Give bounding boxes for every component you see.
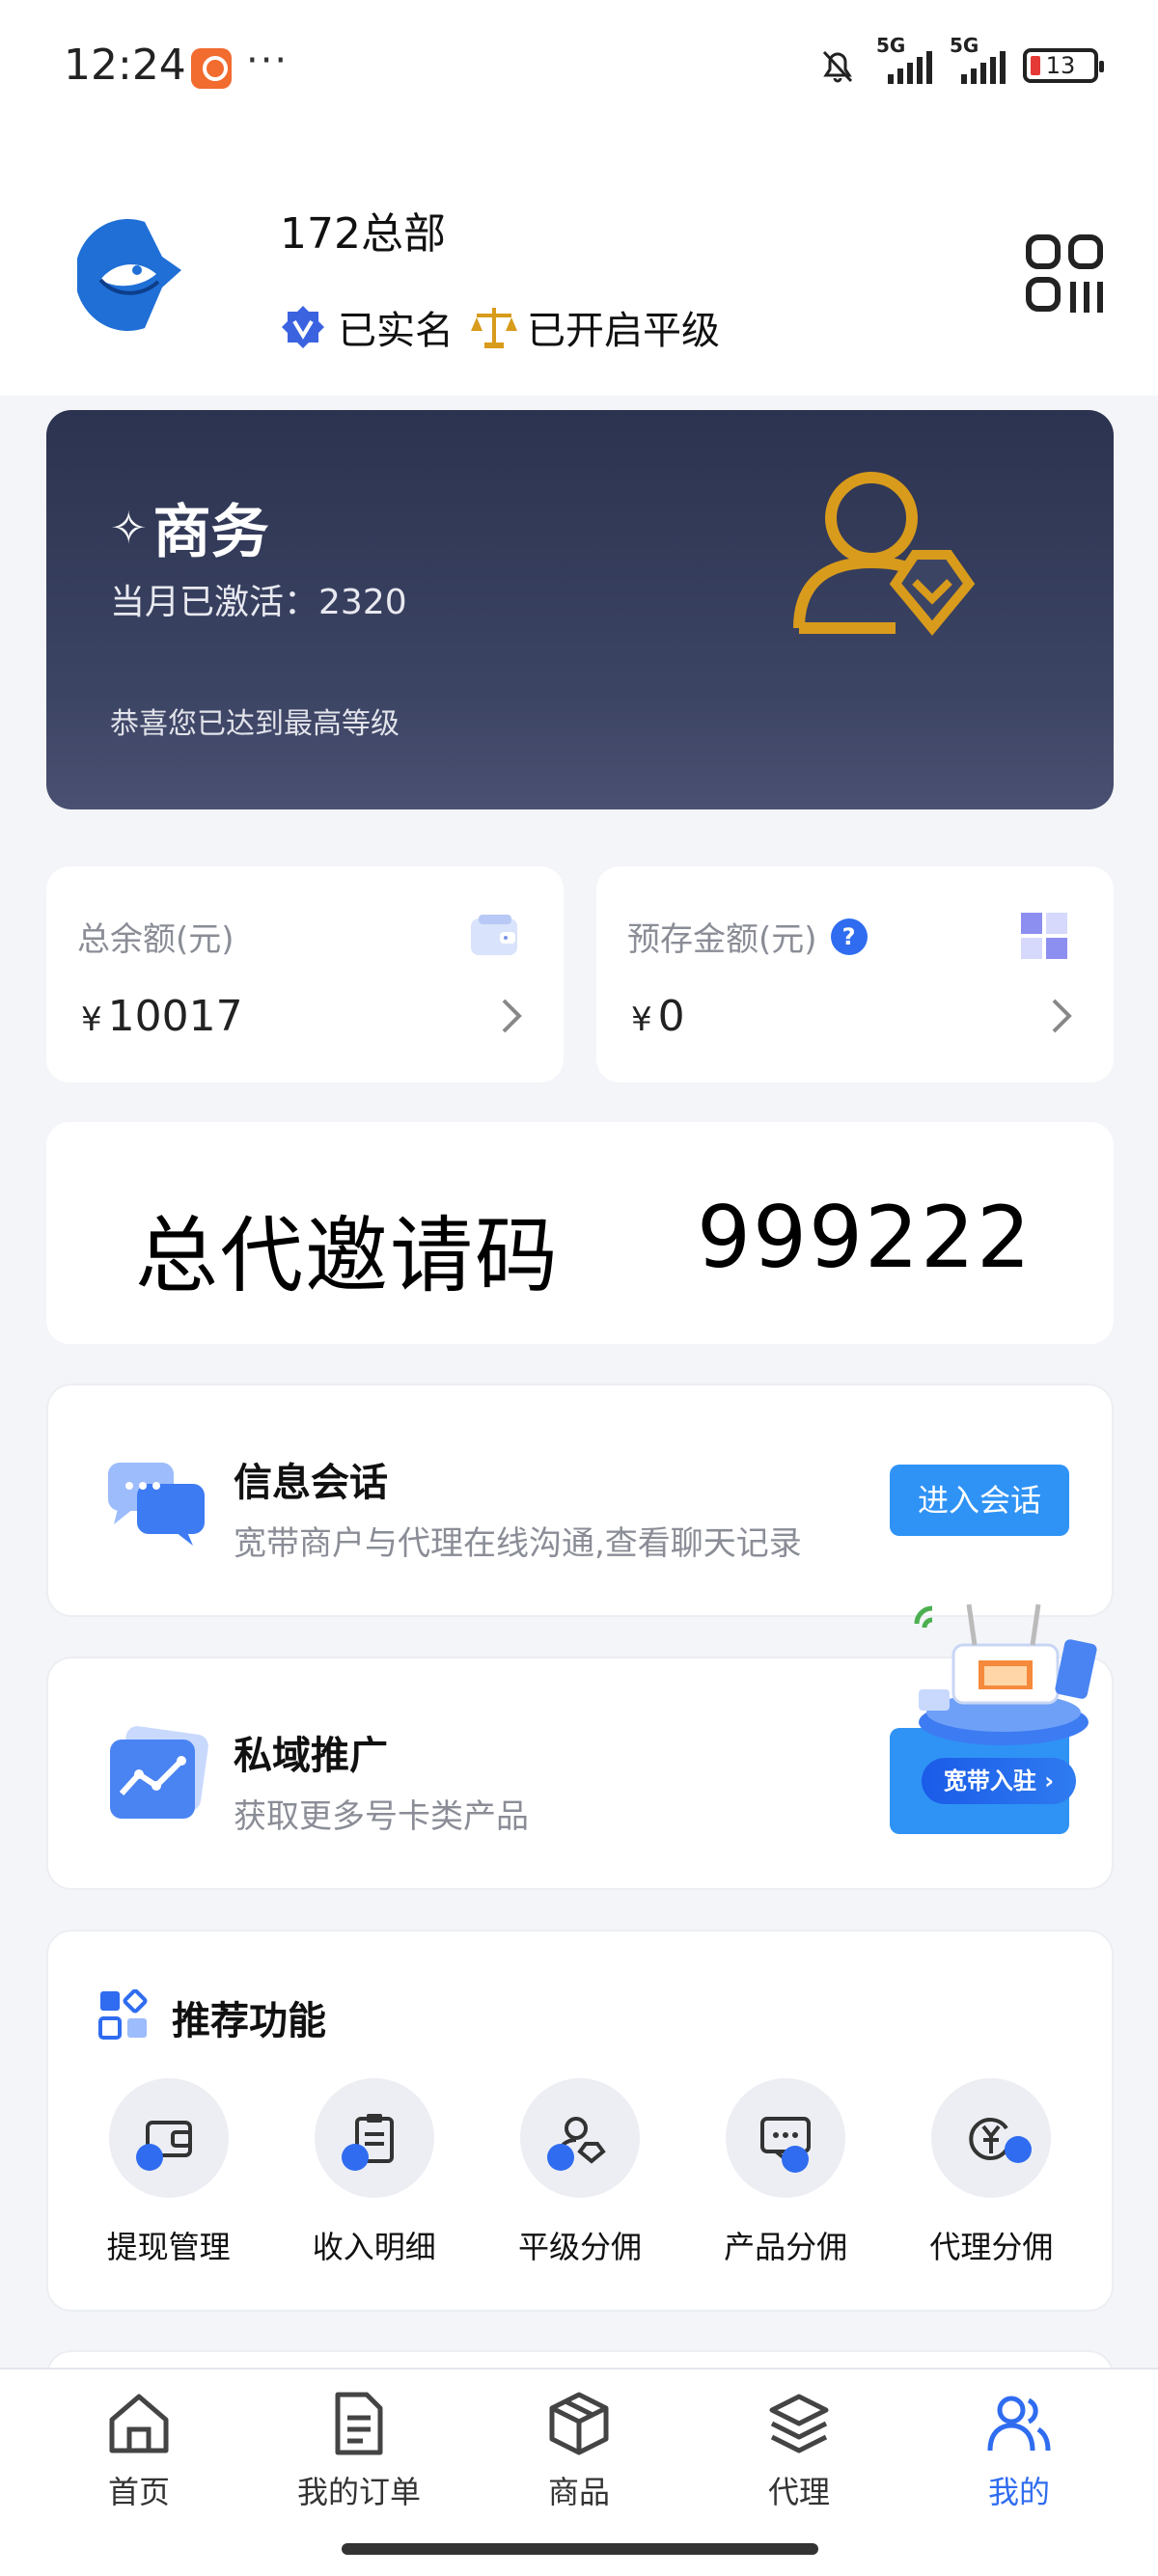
tab-label: 我的订单 bbox=[296, 2474, 421, 2510]
activated-label: 当月已激活： bbox=[110, 583, 319, 622]
balance-value: 0 bbox=[657, 992, 685, 1041]
promo-title: 私域推广 bbox=[234, 1734, 388, 1778]
rec-label: 平级分佣 bbox=[517, 2229, 642, 2265]
user-badge-icon bbox=[793, 472, 976, 636]
promo-description: 获取更多号卡类产品 bbox=[234, 1797, 529, 1836]
enter-chat-button[interactable]: 进入会话 bbox=[890, 1465, 1069, 1536]
balance-amount: ¥0 bbox=[631, 992, 685, 1041]
box-icon bbox=[549, 2392, 609, 2455]
recommended-features-card: 推荐功能 提现管理 收入明细 平级分佣 产品分佣 代理分佣 bbox=[46, 1930, 1114, 2312]
total-balance-card[interactable]: 总余额(元) ¥10017 bbox=[46, 866, 564, 1082]
chat-icon bbox=[726, 2078, 846, 2198]
balance-scale-icon bbox=[471, 308, 517, 348]
app-notification-icon bbox=[191, 48, 232, 89]
status-bar: 12:24 ··· 5G 5G 13 bbox=[0, 0, 1158, 135]
rec-label: 代理分佣 bbox=[929, 2229, 1054, 2265]
verification-status: 已实名 已开启平级 bbox=[280, 299, 720, 355]
tab-label: 我的 bbox=[987, 2474, 1050, 2510]
prestore-balance-card[interactable]: 预存金额(元) ? ¥0 bbox=[596, 866, 1114, 1082]
invite-code-card: 总代邀请码 999222 bbox=[46, 1122, 1114, 1344]
recommended-list: 提现管理 收入明细 平级分佣 产品分佣 代理分佣 bbox=[48, 2078, 1112, 2267]
home-icon bbox=[109, 2394, 169, 2453]
invite-code-label: 总代邀请码 bbox=[135, 1208, 560, 1304]
level-sync-label: 已开启平级 bbox=[527, 309, 720, 353]
mute-bell-icon bbox=[822, 50, 853, 83]
level-title: ✧ 商务 bbox=[110, 485, 269, 569]
verified-badge-icon bbox=[282, 306, 324, 348]
balance-amount: ¥10017 bbox=[81, 992, 243, 1041]
profile-header: 172总部 已实名 已开启平级 bbox=[0, 135, 1158, 396]
chevron-right-icon[interactable] bbox=[498, 997, 525, 1035]
recommended-title: 推荐功能 bbox=[172, 1999, 326, 2043]
chat-title: 信息会话 bbox=[234, 1461, 388, 1505]
network-type-label: 5G bbox=[876, 34, 906, 57]
qr-code-icon[interactable] bbox=[1023, 232, 1110, 318]
product-commission-item[interactable]: 产品分佣 bbox=[689, 2078, 882, 2267]
status-indicators: 5G 5G 13 bbox=[816, 34, 1104, 87]
broadband-join-tag[interactable]: 宽带入驻 › bbox=[922, 1758, 1076, 1804]
level-name: 商务 bbox=[152, 499, 269, 566]
network-type-label: 5G bbox=[950, 34, 979, 57]
tab-label: 代理 bbox=[767, 2474, 830, 2510]
more-notifications-icon: ··· bbox=[246, 39, 290, 83]
wallet-icon bbox=[471, 915, 517, 955]
avatar[interactable] bbox=[77, 212, 183, 338]
help-icon[interactable]: ? bbox=[830, 918, 868, 955]
wallet-icon bbox=[108, 2078, 229, 2198]
balance-label: 预存金额(元) ? bbox=[627, 913, 868, 960]
user-badge-icon bbox=[519, 2078, 640, 2198]
chat-description: 宽带商户与代理在线沟通,查看聊天记录 bbox=[234, 1524, 802, 1563]
prestore-label: 预存金额(元) bbox=[627, 920, 817, 959]
document-icon bbox=[335, 2392, 383, 2455]
tab-mine[interactable]: 我的 bbox=[923, 2370, 1116, 2576]
monthly-activated: 当月已激活：2320 bbox=[110, 574, 407, 624]
signal-icon: 5G bbox=[876, 34, 932, 84]
income-details-item[interactable]: 收入明细 bbox=[278, 2078, 471, 2267]
balance-value: 10017 bbox=[107, 992, 243, 1041]
home-indicator[interactable] bbox=[342, 2543, 818, 2555]
sparkle-icon: ✧ bbox=[110, 501, 148, 554]
shop-name: 172总部 bbox=[280, 209, 446, 259]
chat-session-card[interactable]: 信息会话 宽带商户与代理在线沟通,查看聊天记录 进入会话 bbox=[46, 1384, 1114, 1617]
withdraw-management-item[interactable]: 提现管理 bbox=[72, 2078, 265, 2267]
level-note: 恭喜您已达到最高等级 bbox=[110, 707, 400, 741]
grid-icon bbox=[1021, 913, 1067, 959]
verified-label: 已实名 bbox=[338, 309, 454, 353]
clipboard-icon bbox=[314, 2078, 434, 2198]
rec-label: 收入明细 bbox=[312, 2229, 436, 2265]
chevron-right-icon[interactable] bbox=[1048, 997, 1075, 1035]
apps-grid-icon bbox=[98, 1989, 148, 2040]
status-time: 12:24 bbox=[64, 41, 186, 90]
layers-icon bbox=[769, 2394, 829, 2453]
rec-label: 产品分佣 bbox=[724, 2229, 848, 2265]
balance-label: 总余额(元) bbox=[77, 920, 234, 959]
member-level-card[interactable]: ✧ 商务 当月已激活：2320 恭喜您已达到最高等级 bbox=[46, 410, 1114, 809]
broadband-router-illustration bbox=[914, 1603, 1097, 1745]
rec-label: 提现管理 bbox=[106, 2229, 231, 2265]
peer-commission-item[interactable]: 平级分佣 bbox=[483, 2078, 676, 2267]
signal-icon: 5G bbox=[950, 34, 1006, 84]
users-icon bbox=[987, 2396, 1051, 2452]
activated-count: 2320 bbox=[318, 583, 407, 622]
tab-label: 商品 bbox=[547, 2474, 610, 2510]
tab-label: 首页 bbox=[107, 2474, 170, 2510]
currency-symbol: ¥ bbox=[631, 1000, 652, 1039]
yuan-coin-icon bbox=[931, 2078, 1052, 2198]
agent-commission-item[interactable]: 代理分佣 bbox=[895, 2078, 1088, 2267]
battery-icon: 13 bbox=[1023, 48, 1104, 83]
trend-chart-icon bbox=[110, 1726, 208, 1819]
chat-bubbles-icon bbox=[108, 1463, 205, 1546]
currency-symbol: ¥ bbox=[81, 1000, 102, 1039]
invite-code-value[interactable]: 999222 bbox=[697, 1188, 1033, 1287]
tab-home[interactable]: 首页 bbox=[42, 2370, 235, 2576]
